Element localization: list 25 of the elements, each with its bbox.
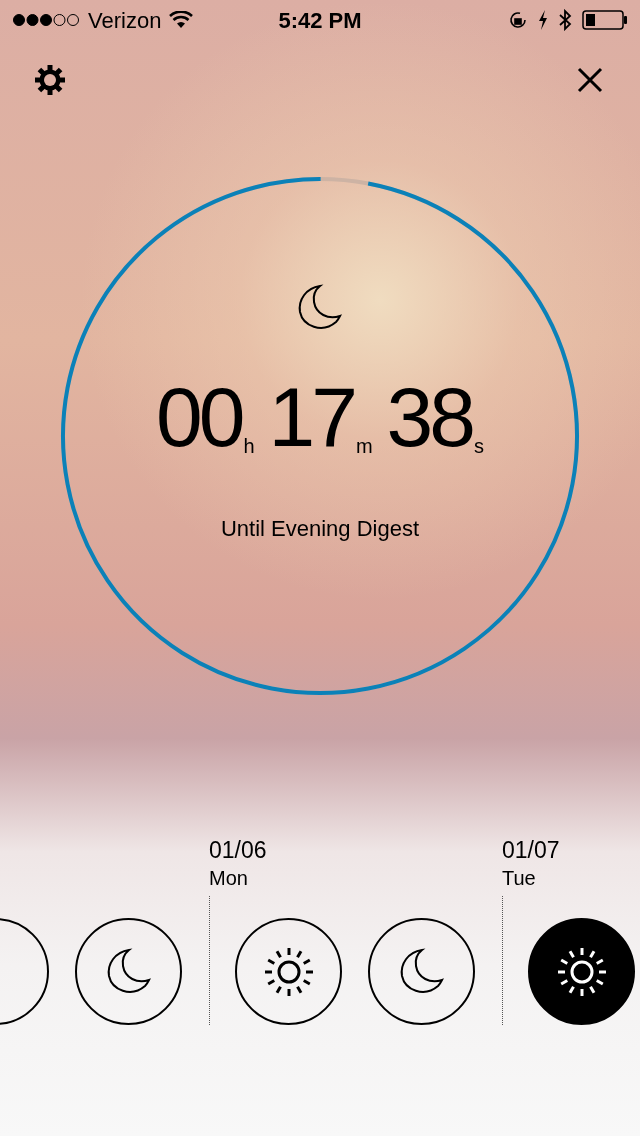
countdown-unit: m (355, 436, 373, 456)
carrier-name: Verizon (88, 6, 162, 35)
day-date: 01/07 (502, 836, 561, 864)
wifi-icon (169, 11, 194, 29)
evening-digest-button[interactable] (368, 918, 475, 1025)
evening-digest-button[interactable] (75, 918, 182, 1025)
charging-bolt-icon (538, 10, 548, 30)
countdown-value: 00 (155, 382, 242, 452)
day-weekday: Tue (502, 866, 537, 891)
rotation-lock-icon (508, 10, 528, 30)
bluetooth-icon (558, 9, 572, 31)
close-icon (577, 67, 603, 93)
countdown-value: 17 (268, 382, 354, 452)
countdown-unit: h (243, 436, 255, 456)
countdown-unit: s (474, 436, 485, 456)
settings-icon (34, 64, 66, 96)
countdown-value: 38 (386, 382, 473, 452)
day-weekday: Mon (209, 866, 249, 891)
battery-icon (582, 10, 628, 30)
settings-button[interactable] (32, 62, 68, 98)
signal-strength-icon (12, 12, 80, 28)
countdown-caption: Until Evening Digest (220, 515, 420, 543)
day-date: 01/06 (209, 836, 268, 864)
day-digest-button[interactable] (235, 918, 342, 1025)
status-time: 5:42 PM (278, 6, 362, 35)
